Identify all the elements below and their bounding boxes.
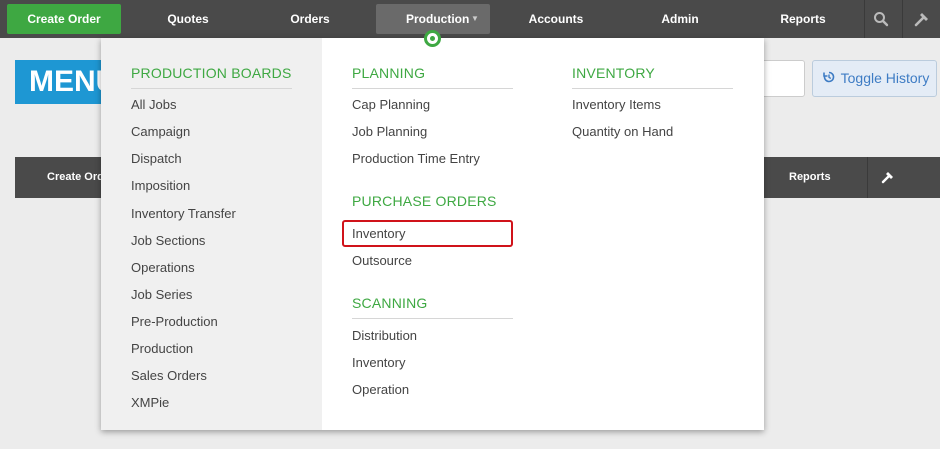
nav-orders[interactable]: Orders xyxy=(272,0,348,38)
scanning-heading: SCANNING xyxy=(352,295,428,311)
menu-link-job-planning[interactable]: Job Planning xyxy=(352,124,427,139)
divider xyxy=(352,318,513,319)
menu-link-production[interactable]: Production xyxy=(131,341,193,356)
wrench-icon[interactable] xyxy=(906,0,936,38)
nav-reports[interactable]: Reports xyxy=(765,0,841,38)
menu-link-sales-orders[interactable]: Sales Orders xyxy=(131,368,207,383)
create-order-button[interactable]: Create Order xyxy=(7,4,121,34)
menu-link-outsource[interactable]: Outsource xyxy=(352,253,412,268)
history-icon xyxy=(823,61,837,96)
divider xyxy=(352,88,513,89)
chevron-down-icon: ▼ xyxy=(471,14,479,23)
menu-link-all-jobs[interactable]: All Jobs xyxy=(131,97,177,112)
purchase-orders-heading: PURCHASE ORDERS xyxy=(352,193,497,209)
divider xyxy=(131,88,292,89)
menu-link-campaign[interactable]: Campaign xyxy=(131,124,190,139)
divider xyxy=(902,0,903,38)
menu-link-job-series[interactable]: Job Series xyxy=(131,287,192,302)
planning-heading: PLANNING xyxy=(352,65,426,81)
top-navigation: Create Order Quotes Orders Production ▼ … xyxy=(0,0,940,38)
menu-banner: MENU xyxy=(15,60,117,104)
divider xyxy=(572,88,733,89)
active-indicator-icon xyxy=(424,30,441,47)
menu-link-xmpie[interactable]: XMPie xyxy=(131,395,169,410)
nav-admin[interactable]: Admin xyxy=(642,0,718,38)
menu-link-imposition[interactable]: Imposition xyxy=(131,178,190,193)
nav-accounts[interactable]: Accounts xyxy=(518,0,594,38)
toggle-history-label: Toggle History xyxy=(840,70,930,86)
wrench-icon[interactable] xyxy=(881,157,901,198)
menu-link-po-inventory[interactable]: Inventory xyxy=(352,226,405,241)
menu-link-job-sections[interactable]: Job Sections xyxy=(131,233,205,248)
divider xyxy=(864,0,865,38)
production-mega-menu: PRODUCTION BOARDS All Jobs Campaign Disp… xyxy=(101,38,764,430)
menu-link-inventory-items[interactable]: Inventory Items xyxy=(572,97,661,112)
inventory-heading: INVENTORY xyxy=(572,65,655,81)
menu-link-operation[interactable]: Operation xyxy=(352,382,409,397)
menu-link-cap-planning[interactable]: Cap Planning xyxy=(352,97,430,112)
toggle-history-button[interactable]: Toggle History xyxy=(812,60,937,97)
menu-link-scanning-inventory[interactable]: Inventory xyxy=(352,355,405,370)
search-icon[interactable] xyxy=(866,0,896,38)
menu-link-quantity-on-hand[interactable]: Quantity on Hand xyxy=(572,124,673,139)
secondary-reports[interactable]: Reports xyxy=(789,157,831,198)
menu-link-production-time-entry[interactable]: Production Time Entry xyxy=(352,151,480,166)
menu-link-pre-production[interactable]: Pre-Production xyxy=(131,314,218,329)
menu-link-operations[interactable]: Operations xyxy=(131,260,195,275)
menu-link-dispatch[interactable]: Dispatch xyxy=(131,151,182,166)
nav-quotes[interactable]: Quotes xyxy=(150,0,226,38)
menu-link-inventory-transfer[interactable]: Inventory Transfer xyxy=(131,206,236,221)
divider xyxy=(867,157,868,198)
production-boards-heading: PRODUCTION BOARDS xyxy=(131,65,292,81)
menu-link-distribution[interactable]: Distribution xyxy=(352,328,417,343)
nav-production-label: Production xyxy=(406,12,470,26)
